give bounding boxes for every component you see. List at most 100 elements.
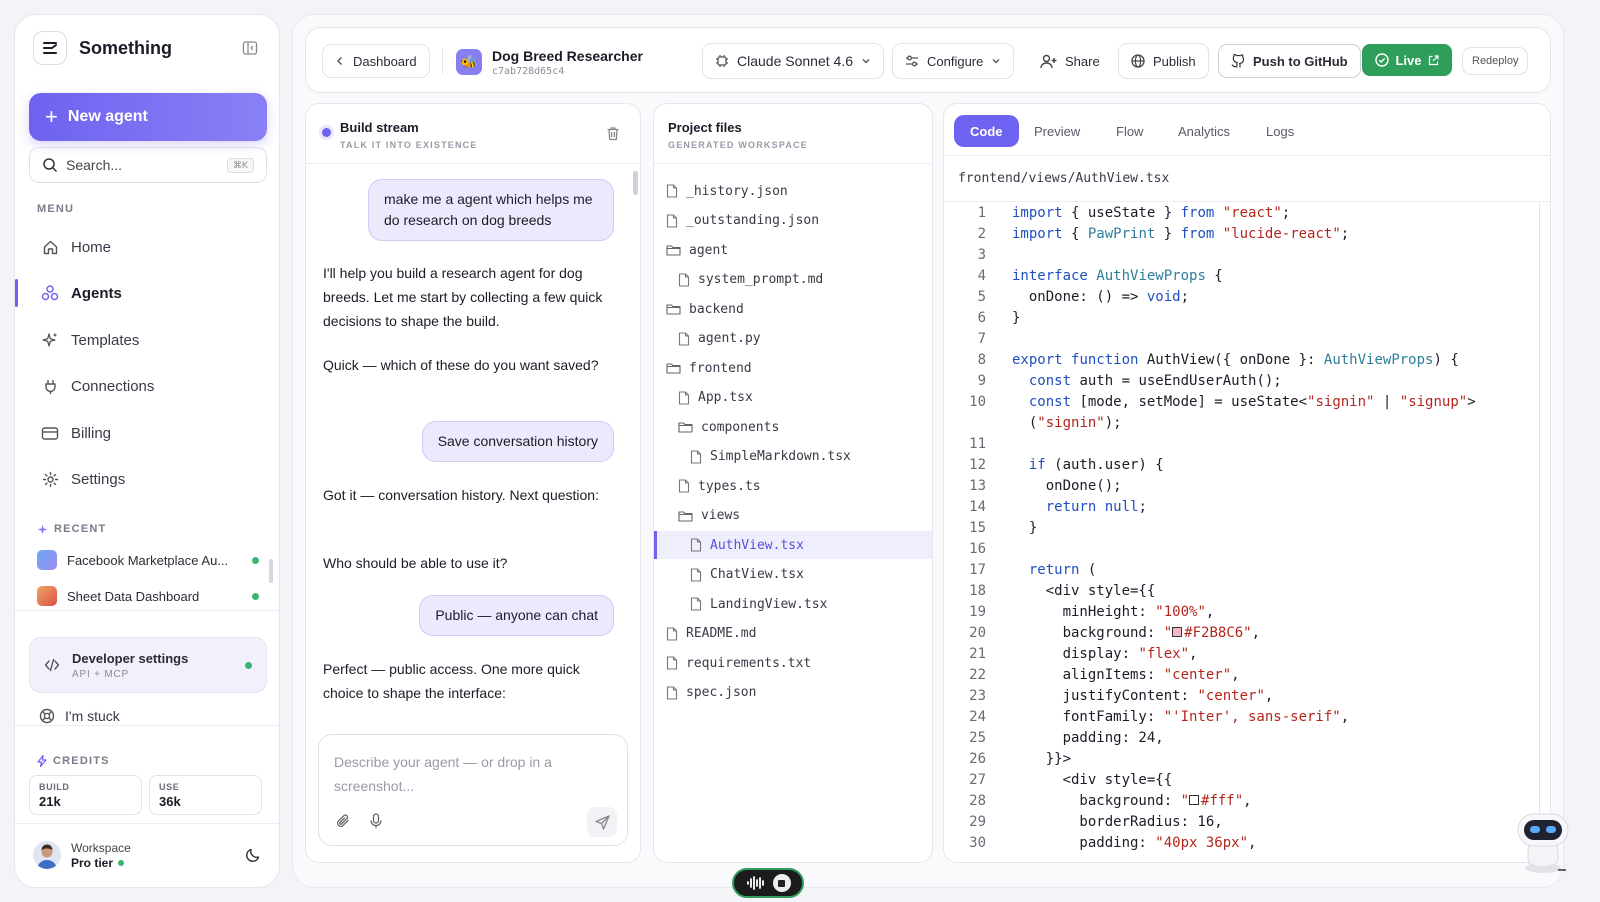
brand: Something [33,31,261,65]
sidebar-item-templates[interactable]: Templates [29,320,267,360]
code-line: 19 minHeight: "100%", [944,602,1544,623]
folder-icon [666,362,681,374]
file-item[interactable]: LandingView.tsx [654,590,932,618]
file-item[interactable]: AuthView.tsx [654,531,932,559]
file-icon [678,331,690,346]
file-item[interactable]: _history.json [654,177,932,205]
developer-settings-button[interactable]: Developer settings API + MCP [29,637,267,693]
recent-item-label: Sheet Data Dashboard [67,588,200,604]
bee-icon: 🐝 [456,49,482,75]
file-item[interactable]: agent.py [654,325,932,353]
live-button[interactable]: Live [1362,44,1452,76]
assistant-robot-icon[interactable] [1512,806,1574,876]
code-line: 14 return null; [944,497,1544,518]
search-input[interactable]: Search... ⌘K [29,147,267,183]
file-name: AuthView.tsx [710,537,804,553]
file-item[interactable]: spec.json [654,679,932,707]
file-icon [666,184,678,198]
file-item[interactable]: README.md [654,620,932,648]
line-number: 28 [969,793,986,809]
configure-button[interactable]: Configure [892,43,1015,79]
im-stuck-button[interactable]: I'm stuck [39,705,120,727]
build-stream-title: Build stream [340,120,419,135]
assistant-message: Got it — conversation history. Next ques… [323,487,599,503]
composer-input[interactable]: Describe your agent — or drop in a scree… [318,734,628,846]
status-dot [252,556,259,564]
file-item[interactable]: _outstanding.json [654,207,932,235]
voice-recorder[interactable] [732,868,804,898]
microphone-icon[interactable] [369,813,383,829]
sidebar-item-home[interactable]: Home [29,227,267,267]
folder-item[interactable]: views [654,502,932,530]
code-scrollbar[interactable] [1539,203,1540,862]
active-indicator [15,279,18,307]
main-area: Dashboard 🐝 Dog Breed Researcher c7ab728… [292,14,1564,888]
status-dot [322,128,331,137]
file-icon [678,479,690,493]
user-message: Public — anyone can chat [419,595,614,636]
menu-label: MENU [37,203,75,215]
tab-preview[interactable]: Preview [1018,115,1096,147]
push-to-github-button[interactable]: Push to GitHub [1218,44,1361,78]
globe-icon [1131,54,1145,68]
sidebar-item-settings[interactable]: Settings [29,459,267,499]
folder-item[interactable]: backend [654,295,932,323]
stop-recording-button[interactable] [772,874,791,892]
code-line: 17 return ( [944,560,1544,581]
folder-icon [666,303,681,315]
share-button[interactable]: Share [1040,44,1100,78]
trash-icon[interactable] [606,126,620,141]
recent-scrollbar[interactable] [269,559,273,583]
file-item[interactable]: types.ts [654,472,932,500]
collapse-sidebar-icon[interactable] [239,37,261,59]
folder-item[interactable]: components [654,413,932,441]
folder-item[interactable]: agent [654,236,932,264]
code-line: 7 [944,329,1544,350]
redeploy-button[interactable]: Redeploy [1462,47,1529,75]
tab-flow[interactable]: Flow [1100,115,1159,147]
file-item[interactable]: system_prompt.md [654,266,932,294]
workspace-switcher[interactable]: Workspace Pro tier [33,837,261,873]
file-icon [666,685,678,700]
chat-log[interactable]: make me a agent which helps me do resear… [306,165,640,723]
publish-button[interactable]: Publish [1118,43,1209,79]
push-label: Push to GitHub [1253,53,1348,69]
recent-item[interactable]: Facebook Marketplace Au... [37,549,259,571]
line-number: 14 [969,499,986,515]
tab-logs[interactable]: Logs [1250,115,1310,147]
credit-value: 21k [39,794,61,809]
code-text: onDone(); [1012,478,1122,494]
tab-code[interactable]: Code [954,115,1019,147]
file-item[interactable]: requirements.txt [654,649,932,677]
line-number: 26 [969,751,986,767]
code-text: <div style={{ [1012,772,1173,788]
sidebar-item-billing[interactable]: Billing [29,413,267,453]
project-files-header: Project files GENERATED WORKSPACE [654,104,932,164]
recent-item[interactable]: Sheet Data Dashboard [37,585,259,607]
new-agent-button[interactable]: + New agent [29,93,267,141]
sidebar-item-agents[interactable]: Agents [15,273,267,313]
code-line: 1 import { useState } from "react"; [944,203,1544,224]
file-item[interactable]: App.tsx [654,384,932,412]
credit-label: BUILD [39,782,70,792]
chat-scrollbar[interactable] [633,171,638,195]
brand-logo-icon[interactable] [33,31,67,65]
back-to-dashboard-button[interactable]: Dashboard [322,44,430,78]
folder-item[interactable]: frontend [654,354,932,382]
file-item[interactable]: ChatView.tsx [654,561,932,589]
line-number: 1 [977,205,986,221]
code-text: const [mode, setMode] = useState<"signin… [1028,394,1476,410]
file-item[interactable]: SimpleMarkdown.tsx [654,443,932,471]
composer-placeholder: Describe your agent — or drop in a scree… [334,754,552,794]
model-select[interactable]: Claude Sonnet 4.6 [702,43,884,79]
paperclip-icon[interactable] [335,813,351,829]
agent-title: 🐝 Dog Breed Researcher c7ab728d65c4 [456,42,643,82]
code-line: 26 }}> [944,749,1544,770]
moon-icon[interactable] [245,847,261,863]
tab-analytics[interactable]: Analytics [1162,115,1246,147]
search-icon [42,157,58,173]
sliders-icon [905,54,919,68]
send-button[interactable] [587,807,617,837]
sidebar-item-connections[interactable]: Connections [29,366,267,406]
code-editor[interactable]: 1 import { useState } from "react"; 2 impor… [944,203,1550,862]
